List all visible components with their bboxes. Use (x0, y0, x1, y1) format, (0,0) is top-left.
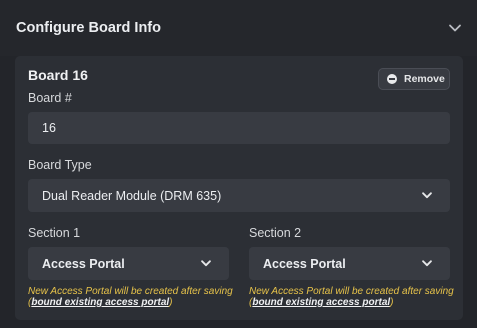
section-1-value: Access Portal (42, 256, 125, 271)
section-1-hint-suffix: ) (169, 297, 173, 308)
configure-board-panel: Configure Board Info Board 16 Remove Boa… (0, 0, 477, 328)
section-2-value: Access Portal (263, 256, 346, 271)
board-title: Board 16 (28, 67, 88, 83)
section-2-bound-link[interactable]: bound existing access portal (252, 297, 390, 308)
board-number-label: Board # (28, 91, 72, 105)
panel-header[interactable]: Configure Board Info (0, 0, 477, 56)
chevron-down-icon (420, 188, 436, 204)
section-1-select[interactable]: Access Portal (28, 247, 229, 280)
board-number-input[interactable]: 16 (28, 112, 450, 144)
remove-button-label: Remove (404, 73, 445, 85)
section-2-hint-suffix: ) (390, 297, 394, 308)
board-type-label: Board Type (28, 158, 92, 172)
panel-title: Configure Board Info (16, 20, 161, 36)
board-type-select[interactable]: Dual Reader Module (DRM 635) (28, 179, 450, 212)
section-1-label: Section 1 (28, 226, 81, 240)
minus-circle-icon (387, 74, 397, 84)
section-2-label: Section 2 (249, 226, 302, 240)
board-number-value: 16 (42, 121, 56, 135)
chevron-down-icon[interactable] (447, 20, 463, 36)
board-card: Board 16 Remove Board # 16 Board Type Du… (15, 56, 463, 320)
board-type-value: Dual Reader Module (DRM 635) (42, 188, 222, 203)
chevron-down-icon (420, 256, 436, 272)
section-2-select[interactable]: Access Portal (249, 247, 450, 280)
section-1-bound-link[interactable]: bound existing access portal (31, 297, 169, 308)
chevron-down-icon (199, 256, 215, 272)
section-1-hint: New Access Portal will be created after … (28, 286, 233, 308)
remove-button[interactable]: Remove (378, 68, 450, 90)
section-2-hint: New Access Portal will be created after … (249, 286, 454, 308)
